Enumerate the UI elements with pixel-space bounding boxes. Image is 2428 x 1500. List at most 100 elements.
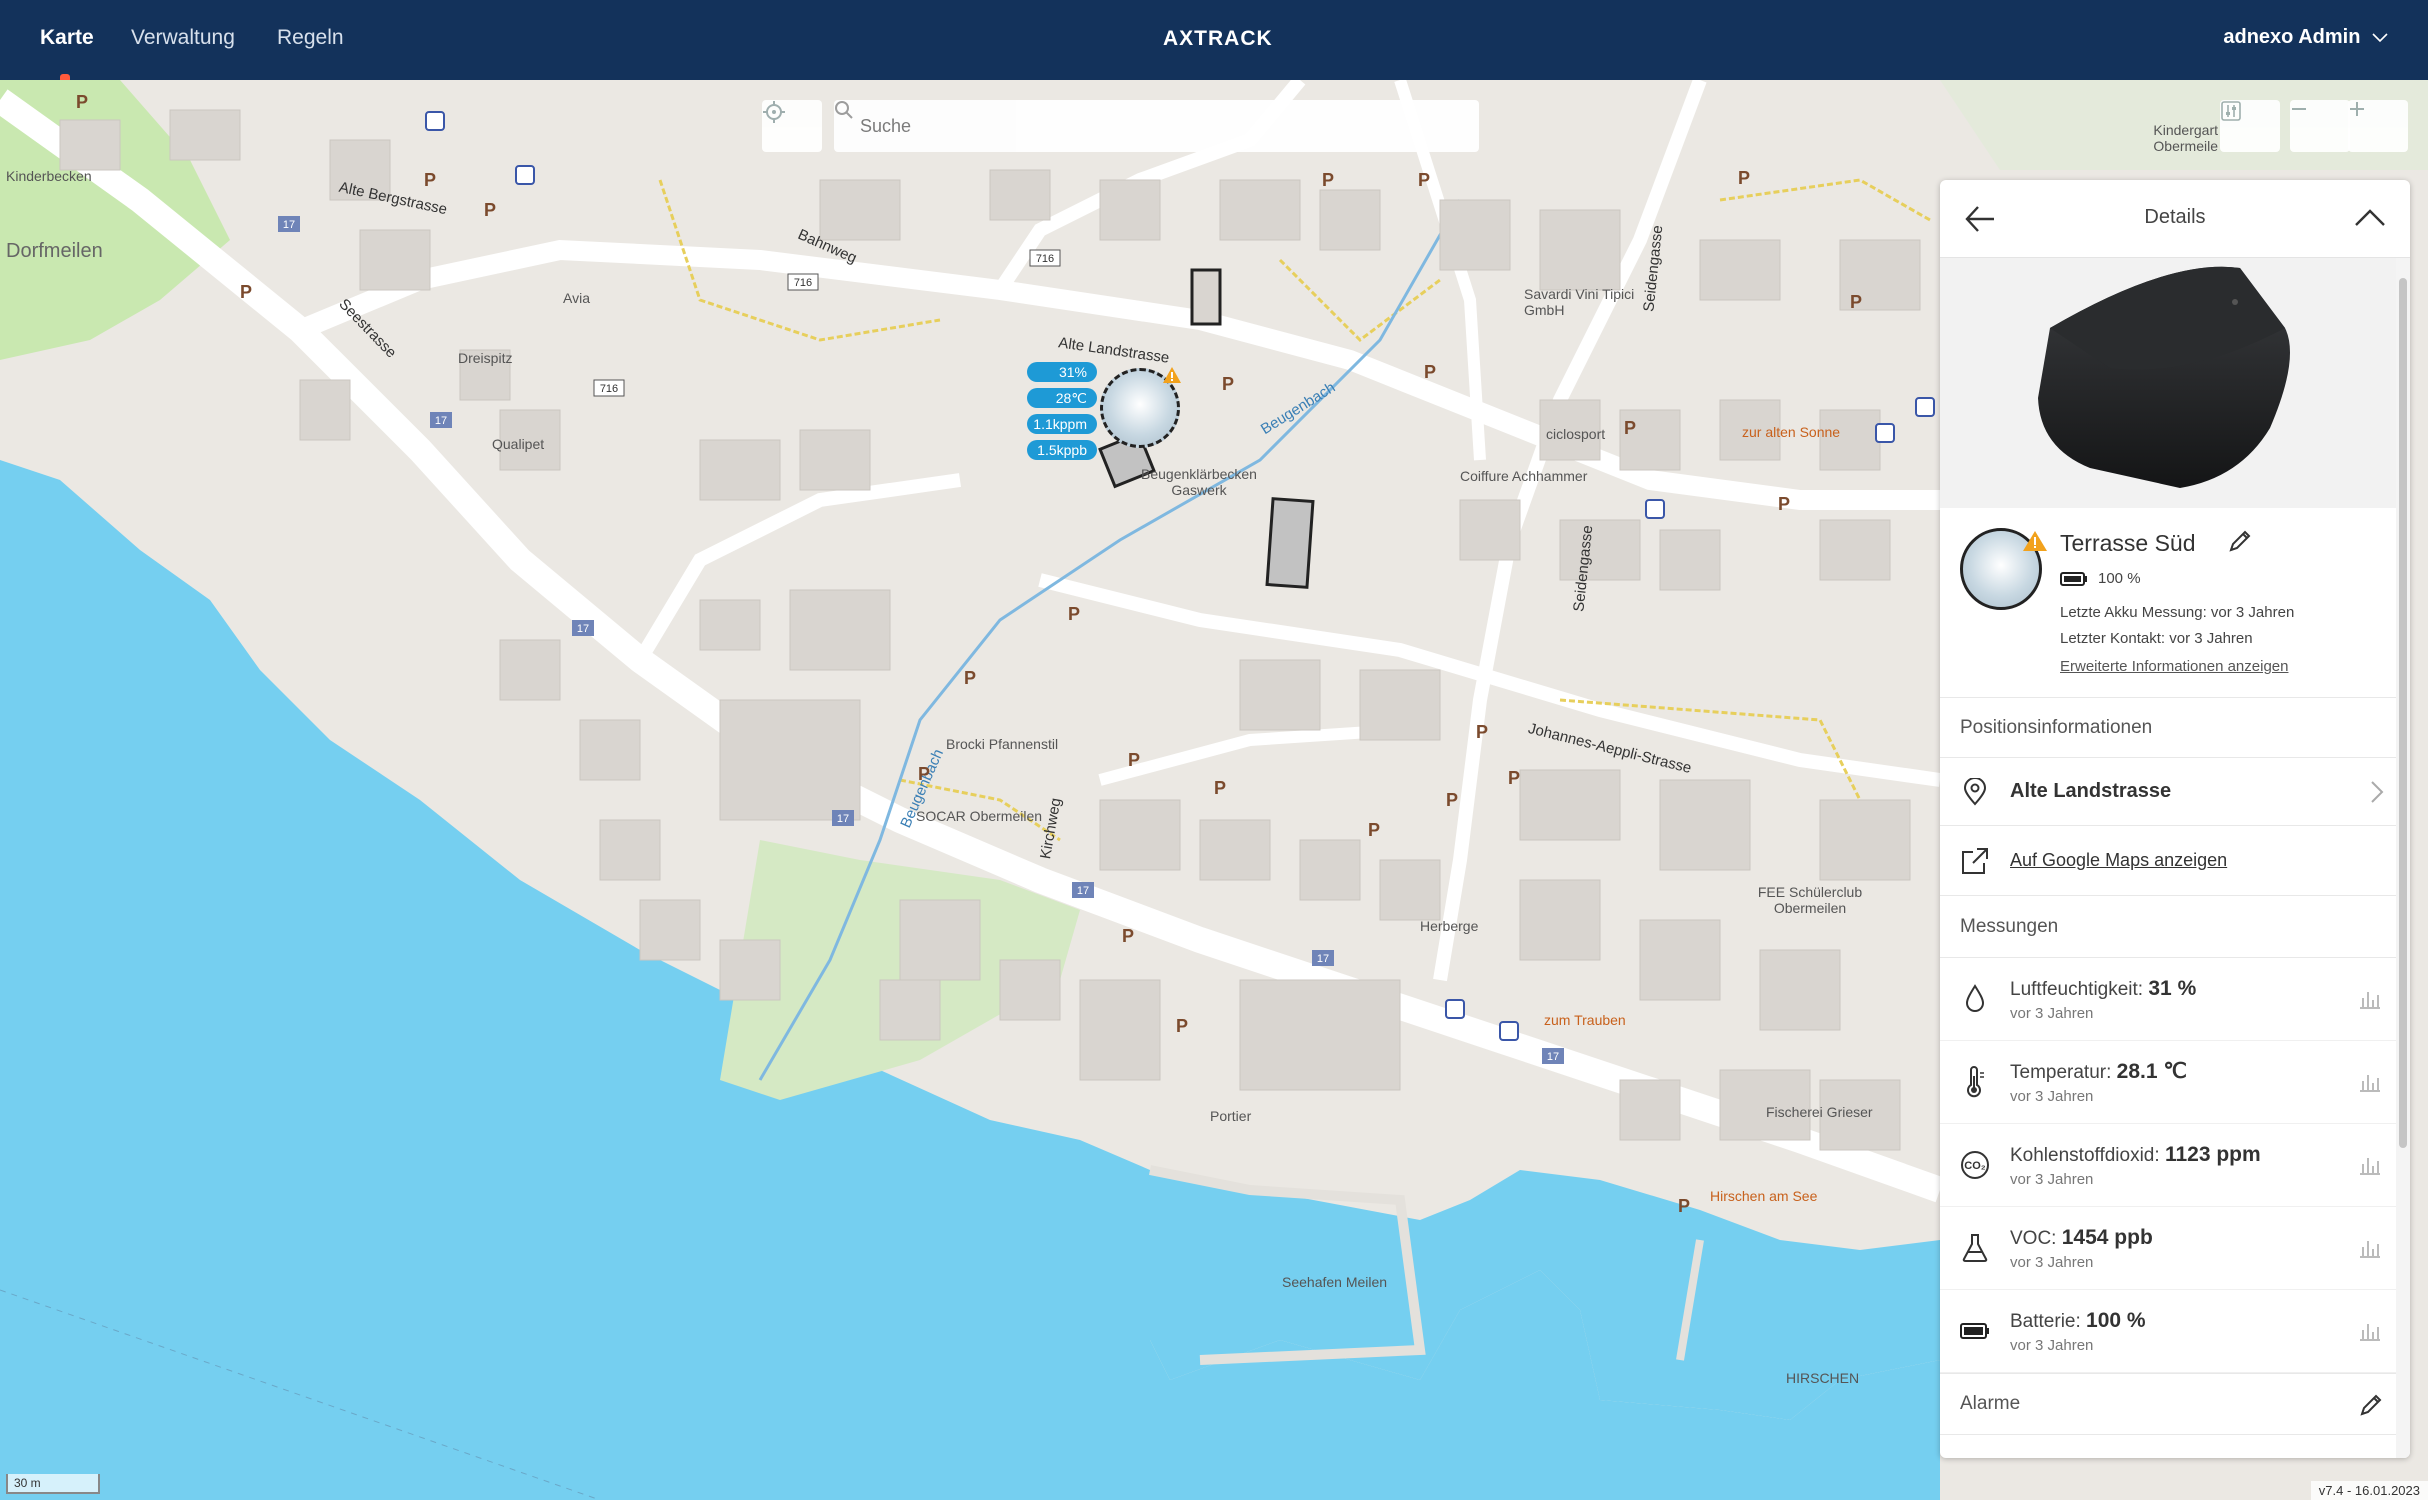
sensor-pill-voc[interactable]: 1.5kppb (1027, 440, 1097, 460)
measurement-label: VOC: (2010, 1227, 2057, 1249)
plus-icon (2350, 102, 2364, 116)
parking-marker: P (424, 170, 437, 190)
svg-text:17: 17 (577, 623, 589, 635)
measurement-label: Luftfeuchtigkeit: (2010, 978, 2144, 1000)
measurement-value: 31 % (2148, 976, 2197, 1000)
sensor-device-image (2038, 266, 2290, 488)
user-name: adnexo Admin (2223, 26, 2361, 48)
map-label-portier: Portier (1210, 1108, 1252, 1124)
parking-marker: P (1678, 1196, 1691, 1216)
map-label-seehafen: Seehafen Meilen (1282, 1274, 1388, 1290)
parking-marker: P (1176, 1016, 1189, 1036)
svg-text:17: 17 (1317, 953, 1329, 965)
sensor-pill-temperature[interactable]: 28℃ (1027, 388, 1097, 408)
measurement-row-co2: CO₂ Kohlenstoffdioxid: 1123 ppm vor 3 Ja… (1940, 1124, 2410, 1207)
map-label-coiffure: Coiffure Achhammer (1460, 468, 1588, 484)
filter-button[interactable] (2220, 100, 2280, 152)
user-menu[interactable]: adnexo Admin (2223, 26, 2388, 49)
parking-marker: P (964, 668, 977, 688)
svg-text:CO₂: CO₂ (1964, 1160, 1986, 1172)
battery-icon (1960, 1323, 1989, 1339)
warning-icon (2023, 531, 2047, 551)
nav-verwaltung[interactable]: Verwaltung (131, 26, 235, 50)
details-panel: Details Terrasse Süd 100 % Letzte Akku M… (1940, 180, 2410, 1458)
parking-marker: P (240, 282, 253, 302)
map-label-dorfmeilen: Dorfmeilen (6, 240, 103, 262)
address-row[interactable]: Alte Landstrasse (1940, 758, 2410, 826)
parking-marker: P (1446, 790, 1459, 810)
thermometer-icon (1967, 1066, 1984, 1098)
alarms-section-title: Alarme (1940, 1373, 2410, 1435)
measurement-label: Batterie: (2010, 1310, 2081, 1332)
panel-header: Details (1940, 180, 2410, 258)
search-input[interactable] (860, 115, 1420, 137)
panel-scrollbar[interactable] (2396, 258, 2410, 1458)
map-label-kindergarten: Kindergart Obermeile (2153, 122, 2218, 154)
measurement-label: Temperatur: (2010, 1062, 2112, 1083)
parking-marker: P (76, 92, 89, 112)
map-label-dreispitz: Dreispitz (458, 350, 513, 366)
last-contact: Letzter Kontakt: vor 3 Jahren (2060, 630, 2253, 647)
device-image (1940, 258, 2410, 508)
map-label-zum-trauben: zum Trauben (1544, 1012, 1626, 1028)
bar-chart-icon[interactable] (2358, 1154, 2382, 1176)
svg-text:17: 17 (1547, 1051, 1559, 1063)
more-info-link[interactable]: Erweiterte Informationen anzeigen (2060, 658, 2288, 675)
panel-title: Details (2144, 206, 2206, 228)
measurement-row-voc: VOC: 1454 ppb vor 3 Jahren (1940, 1207, 2410, 1290)
co2-icon: CO₂ (1961, 1151, 1989, 1179)
last-battery-measurement: Letzte Akku Messung: vor 3 Jahren (2060, 604, 2295, 621)
map-label-zur-alten-sonne: zur alten Sonne (1742, 424, 1841, 440)
svg-text:17: 17 (435, 415, 447, 427)
zoom-in-button[interactable] (2348, 100, 2408, 152)
google-maps-link[interactable]: Auf Google Maps anzeigen (2010, 850, 2227, 871)
bar-chart-icon[interactable] (2358, 1237, 2382, 1259)
measurement-value: 100 % (2086, 1308, 2146, 1332)
sliders-icon (2221, 101, 2241, 121)
battery-status: 100 % (2060, 570, 2141, 587)
edit-pencil-icon[interactable] (2227, 528, 2253, 554)
sensor-pill-humidity[interactable]: 31% (1027, 362, 1097, 382)
map-label-socar: SOCAR Obermeilen (916, 808, 1043, 824)
measurement-label: Kohlenstoffdioxid: (2010, 1144, 2160, 1166)
locate-button[interactable] (762, 100, 822, 152)
parking-marker: P (1128, 750, 1141, 770)
flask-icon (1962, 1234, 1988, 1262)
zoom-out-button[interactable] (2290, 100, 2350, 152)
top-navigation: Karte Verwaltung Regeln AXTRACK adnexo A… (0, 0, 2428, 80)
bar-chart-icon[interactable] (2358, 1320, 2382, 1342)
map-label-herberge: Herberge (1420, 918, 1479, 934)
parking-marker: P (1122, 926, 1135, 946)
chevron-right-icon (2371, 781, 2384, 803)
parking-marker: P (1322, 170, 1335, 190)
scrollbar-thumb[interactable] (2399, 278, 2407, 1148)
parking-marker: P (1738, 168, 1751, 188)
measurement-time: vor 3 Jahren (2010, 1088, 2094, 1105)
edit-pencil-icon[interactable] (2358, 1392, 2384, 1418)
brand-logo: AXTRACK (1163, 27, 1273, 50)
parking-marker: P (1418, 170, 1431, 190)
parking-marker: P (1368, 820, 1381, 840)
location-pin-icon (1963, 777, 1987, 806)
nav-karte[interactable]: Karte (40, 26, 94, 50)
map-label-hirschen: HIRSCHEN (1786, 1370, 1860, 1386)
measurement-time: vor 3 Jahren (2010, 1253, 2094, 1271)
bar-chart-icon[interactable] (2358, 988, 2382, 1010)
measurement-time: vor 3 Jahren (2010, 1336, 2094, 1354)
measurement-row-battery: Batterie: 100 % vor 3 Jahren (1940, 1290, 2410, 1373)
measurement-time: vor 3 Jahren (2010, 1170, 2094, 1188)
measurement-row-humidity: Luftfeuchtigkeit: 31 % vor 3 Jahren (1940, 958, 2410, 1041)
chevron-up-icon[interactable] (2354, 208, 2386, 228)
map-label-kinderbecken: Kinderbecken (6, 168, 92, 184)
nav-regeln[interactable]: Regeln (277, 26, 344, 50)
map-label-savardi: Savardi Vini Tipici GmbH (1524, 286, 1635, 318)
parking-marker: P (1476, 722, 1489, 742)
parking-marker: P (918, 764, 931, 784)
svg-text:716: 716 (600, 383, 618, 395)
svg-text:17: 17 (837, 813, 849, 825)
bar-chart-icon[interactable] (2358, 1071, 2382, 1093)
search-box (834, 100, 1479, 152)
parking-marker: P (1068, 604, 1081, 624)
measurement-value: 28.1 ℃ (2116, 1060, 2187, 1083)
sensor-pill-co2[interactable]: 1.1kppm (1027, 414, 1097, 434)
